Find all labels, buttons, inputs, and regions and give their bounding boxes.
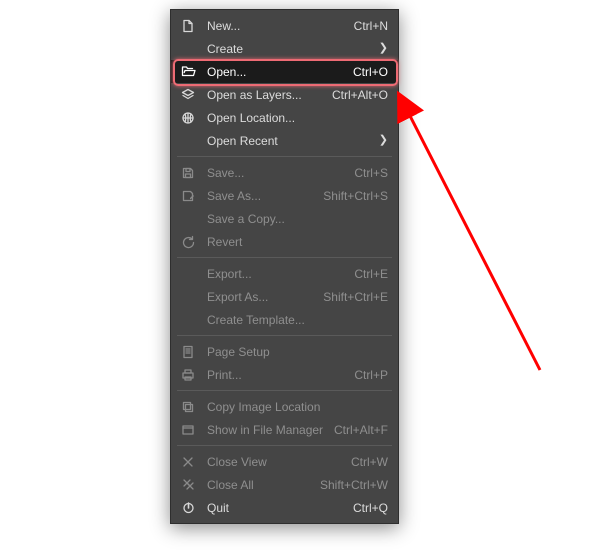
quit-icon <box>179 500 197 516</box>
menu-item-label: Create <box>207 42 372 56</box>
menu-item-revert: Revert <box>171 230 398 253</box>
menu-item-shortcut: Ctrl+Alt+O <box>332 88 388 102</box>
menu-item-shortcut: Shift+Ctrl+E <box>323 290 388 304</box>
icon-placeholder <box>179 41 197 57</box>
menu-item-label: Page Setup <box>207 345 388 359</box>
close-all-icon <box>179 477 197 493</box>
menu-item-save: Save...Ctrl+S <box>171 161 398 184</box>
menu-item-label: Quit <box>207 501 353 515</box>
menu-item-label: Close View <box>207 455 351 469</box>
layers-icon <box>179 87 197 103</box>
menu-item-label: Copy Image Location <box>207 400 388 414</box>
save-as-icon <box>179 188 197 204</box>
menu-item-label: Save... <box>207 166 354 180</box>
file-new-icon <box>179 18 197 34</box>
icon-placeholder <box>179 312 197 328</box>
menu-item-new[interactable]: New...Ctrl+N <box>171 14 398 37</box>
close-icon <box>179 454 197 470</box>
menu-item-close-all: Close AllShift+Ctrl+W <box>171 473 398 496</box>
menu-item-shortcut: Ctrl+W <box>351 455 388 469</box>
menu-item-show-file-mgr: Show in File ManagerCtrl+Alt+F <box>171 418 398 441</box>
menu-item-save-copy: Save a Copy... <box>171 207 398 230</box>
menu-item-open-layers[interactable]: Open as Layers...Ctrl+Alt+O <box>171 83 398 106</box>
menu-separator <box>177 257 392 258</box>
icon-placeholder <box>179 211 197 227</box>
menu-item-shortcut: Ctrl+Alt+F <box>334 423 388 437</box>
menu-item-print: Print...Ctrl+P <box>171 363 398 386</box>
menu-item-page-setup: Page Setup <box>171 340 398 363</box>
menu-item-label: Save a Copy... <box>207 212 388 226</box>
menu-item-close-view: Close ViewCtrl+W <box>171 450 398 473</box>
menu-item-export: Export...Ctrl+E <box>171 262 398 285</box>
menu-item-open-recent[interactable]: Open Recent ❯ <box>171 129 398 152</box>
menu-item-label: Show in File Manager <box>207 423 334 437</box>
menu-item-create-template: Create Template... <box>171 308 398 331</box>
menu-item-label: New... <box>207 19 354 33</box>
print-icon <box>179 367 197 383</box>
save-icon <box>179 165 197 181</box>
menu-item-shortcut: Ctrl+N <box>354 19 388 33</box>
menu-item-shortcut: Shift+Ctrl+S <box>323 189 388 203</box>
menu-item-create[interactable]: Create ❯ <box>171 37 398 60</box>
page-setup-icon <box>179 344 197 360</box>
menu-item-shortcut: Ctrl+Q <box>353 501 388 515</box>
menu-item-open[interactable]: Open...Ctrl+O <box>171 60 398 83</box>
icon-placeholder <box>179 133 197 149</box>
menu-item-label: Open as Layers... <box>207 88 332 102</box>
menu-separator <box>177 390 392 391</box>
menu-item-shortcut: Ctrl+S <box>354 166 388 180</box>
menu-item-label: Export... <box>207 267 354 281</box>
globe-icon <box>179 110 197 126</box>
chevron-right-icon: ❯ <box>378 43 388 54</box>
menu-item-save-as: Save As...Shift+Ctrl+S <box>171 184 398 207</box>
menu-item-shortcut: Ctrl+E <box>354 267 388 281</box>
menu-separator <box>177 445 392 446</box>
icon-placeholder <box>179 266 197 282</box>
menu-item-label: Save As... <box>207 189 323 203</box>
menu-item-label: Open Recent <box>207 134 372 148</box>
menu-item-shortcut: Ctrl+P <box>354 368 388 382</box>
menu-item-label: Close All <box>207 478 320 492</box>
menu-item-shortcut: Shift+Ctrl+W <box>320 478 388 492</box>
menu-item-copy-location: Copy Image Location <box>171 395 398 418</box>
revert-icon <box>179 234 197 250</box>
copy-location-icon <box>179 399 197 415</box>
icon-placeholder <box>179 289 197 305</box>
menu-item-label: Open... <box>207 65 353 79</box>
menu-item-label: Revert <box>207 235 388 249</box>
menu-item-label: Open Location... <box>207 111 388 125</box>
file-menu[interactable]: New...Ctrl+NCreate❯Open...Ctrl+OOpen as … <box>170 9 399 524</box>
menu-item-label: Export As... <box>207 290 323 304</box>
menu-separator <box>177 335 392 336</box>
menu-item-label: Create Template... <box>207 313 388 327</box>
menu-item-shortcut: Ctrl+O <box>353 65 388 79</box>
menu-item-open-location[interactable]: Open Location... <box>171 106 398 129</box>
file-manager-icon <box>179 422 197 438</box>
menu-separator <box>177 156 392 157</box>
chevron-right-icon: ❯ <box>378 135 388 146</box>
menu-item-export-as: Export As...Shift+Ctrl+E <box>171 285 398 308</box>
menu-item-label: Print... <box>207 368 354 382</box>
folder-open-icon <box>179 64 197 80</box>
menu-item-quit[interactable]: QuitCtrl+Q <box>171 496 398 519</box>
